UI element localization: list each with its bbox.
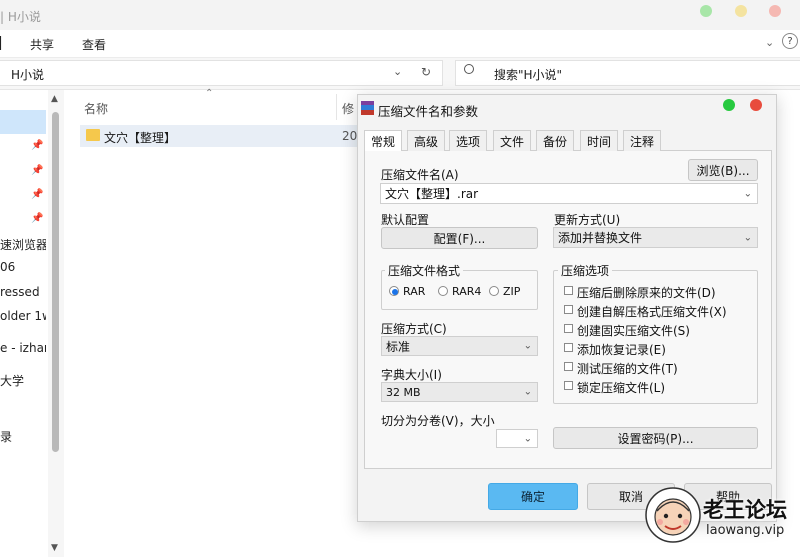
chevron-down-icon[interactable]: ⌄ — [765, 36, 774, 49]
option-solid[interactable]: 创建固实压缩文件(S) — [577, 322, 690, 339]
method-value: 标准 — [386, 339, 411, 354]
search-input[interactable]: 搜索"H小说" — [455, 60, 800, 86]
nav-item[interactable]: older 1w — [0, 309, 46, 323]
option-test[interactable]: 测试压缩的文件(T) — [577, 360, 678, 377]
nav-selected-item[interactable] — [0, 110, 46, 134]
format-rar-label[interactable]: RAR — [403, 285, 425, 298]
tab-general[interactable]: 常规 — [364, 130, 403, 152]
file-date: 20 — [342, 129, 358, 143]
search-placeholder: 搜索"H小说" — [494, 68, 563, 82]
chevron-down-icon: ⌄ — [523, 433, 532, 444]
address-box[interactable]: H小说 ⌄ ↻ — [0, 60, 443, 86]
split-size-select[interactable]: ⌄ — [496, 429, 538, 448]
chevron-down-icon[interactable]: ⌄ — [744, 188, 752, 199]
dialog-close-icon[interactable] — [750, 99, 762, 111]
nav-item[interactable]: 大学 — [0, 372, 24, 389]
nav-item[interactable]: e - izhan — [0, 341, 46, 355]
explorer-titlebar — [0, 0, 800, 30]
archive-name-value: 文穴【整理】.rar — [385, 187, 479, 201]
address-path: H小说 — [11, 68, 45, 82]
tab-comment[interactable]: 注释 — [623, 130, 662, 151]
option-checkbox[interactable] — [564, 343, 573, 352]
close-dot-icon[interactable] — [769, 5, 781, 17]
archive-name-input[interactable]: 文穴【整理】.rar ⌄ — [380, 183, 758, 204]
update-mode-value: 添加并替换文件 — [558, 231, 643, 245]
tab-advanced[interactable]: 高级 — [407, 130, 446, 151]
archive-name-label: 压缩文件名(A) — [381, 168, 459, 182]
nav-scroll-thumb[interactable] — [52, 112, 59, 452]
maximize-dot-icon[interactable] — [700, 5, 712, 17]
folder-icon — [86, 129, 100, 141]
option-lock[interactable]: 锁定压缩文件(L) — [577, 379, 665, 396]
nav-item[interactable]: 录 — [0, 428, 12, 445]
format-rar-radio[interactable] — [389, 286, 399, 296]
column-divider[interactable] — [336, 94, 337, 120]
mascot-logo-icon — [645, 487, 701, 543]
tab-backup[interactable]: 备份 — [536, 130, 575, 151]
option-checkbox[interactable] — [564, 286, 573, 295]
scroll-up-arrow-icon[interactable]: ▲ — [51, 94, 58, 104]
refresh-icon[interactable]: ↻ — [421, 65, 431, 79]
option-checkbox[interactable] — [564, 381, 573, 390]
window-title: | H小说 — [0, 10, 41, 24]
format-zip-label[interactable]: ZIP — [503, 285, 520, 298]
file-row[interactable]: 文穴【整理】 20 — [80, 125, 370, 147]
pin-icon: 📌 — [31, 213, 44, 224]
pin-icon: 📌 — [31, 189, 44, 200]
tab-time[interactable]: 时间 — [580, 130, 619, 151]
archive-format-title: 压缩文件格式 — [385, 262, 464, 279]
update-mode-label: 更新方式(U) — [554, 213, 621, 227]
minimize-dot-icon[interactable] — [735, 5, 747, 17]
dict-label: 字典大小(I) — [381, 368, 442, 382]
nav-item[interactable]: ressed — [0, 285, 40, 299]
tab-files[interactable]: 文件 — [493, 130, 532, 151]
tab-options[interactable]: 选项 — [449, 130, 488, 151]
column-modified[interactable]: 修 — [342, 100, 354, 117]
method-select[interactable]: 标准 ⌄ — [381, 336, 538, 356]
option-checkbox[interactable] — [564, 324, 573, 333]
option-delete-after[interactable]: 压缩后删除原来的文件(D) — [577, 284, 716, 301]
archive-options-title: 压缩选项 — [558, 262, 613, 279]
chevron-down-icon: ⌄ — [743, 232, 752, 243]
pin-icon: 📌 — [31, 140, 44, 151]
watermark-title: 老王论坛 — [703, 498, 787, 522]
menu-fragment: ▏ — [0, 36, 6, 50]
format-rar4-radio[interactable] — [438, 286, 448, 296]
option-sfx[interactable]: 创建自解压格式压缩文件(X) — [577, 303, 727, 320]
split-label: 切分为分卷(V)，大小 — [381, 414, 495, 428]
nav-item[interactable]: 速浏览器" — [0, 236, 46, 253]
option-checkbox[interactable] — [564, 305, 573, 314]
format-zip-radio[interactable] — [489, 286, 499, 296]
option-recovery[interactable]: 添加恢复记录(E) — [577, 341, 666, 358]
default-profile-label: 默认配置 — [381, 213, 430, 227]
dialog-maximize-icon[interactable] — [723, 99, 735, 111]
set-password-button[interactable]: 设置密码(P)... — [553, 427, 758, 449]
address-dropdown-icon[interactable]: ⌄ — [393, 65, 402, 78]
dict-select[interactable]: 32 MB ⌄ — [381, 382, 538, 402]
help-question-icon[interactable]: ? — [782, 33, 798, 49]
column-name[interactable]: 名称 — [84, 100, 108, 117]
nav-item[interactable]: 06 — [0, 260, 15, 274]
ribbon-menubar — [0, 30, 800, 58]
watermark-url: laowang.vip — [706, 523, 785, 538]
scroll-down-arrow-icon[interactable]: ▼ — [51, 543, 58, 553]
chevron-down-icon: ⌄ — [523, 386, 532, 398]
browse-button[interactable]: 浏览(B)... — [688, 159, 758, 181]
dialog-title: 压缩文件名和参数 — [378, 104, 479, 119]
file-name: 文穴【整理】 — [104, 131, 177, 145]
dict-value: 32 MB — [386, 385, 421, 399]
menu-view[interactable]: 查看 — [82, 36, 106, 53]
search-icon — [464, 64, 474, 74]
format-rar4-label[interactable]: RAR4 — [452, 285, 481, 298]
profile-button[interactable]: 配置(F)... — [381, 227, 538, 249]
chevron-down-icon: ⌄ — [523, 340, 532, 352]
column-header[interactable]: 名称 修 — [66, 94, 366, 120]
update-mode-select[interactable]: 添加并替换文件 ⌄ — [553, 227, 758, 248]
ok-button[interactable]: 确定 — [488, 483, 578, 510]
option-checkbox[interactable] — [564, 362, 573, 371]
pin-icon: 📌 — [31, 165, 44, 176]
method-label: 压缩方式(C) — [381, 322, 447, 336]
winrar-icon — [361, 101, 374, 115]
menu-share[interactable]: 共享 — [30, 36, 54, 53]
